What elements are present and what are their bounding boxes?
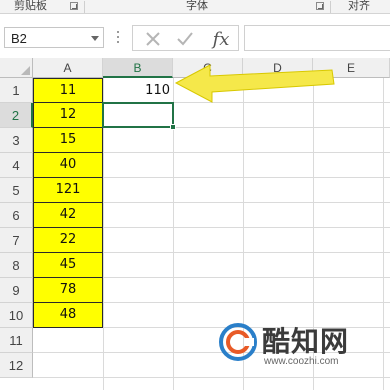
cell-b1[interactable]: 110 bbox=[103, 78, 173, 103]
x-icon bbox=[146, 32, 160, 46]
ribbon-group-alignment-label: 对齐 bbox=[348, 0, 370, 12]
enter-button[interactable] bbox=[173, 29, 197, 49]
cell-a1[interactable]: 11 bbox=[33, 78, 103, 103]
cell-a10[interactable]: 48 bbox=[33, 303, 103, 328]
ribbon-strip: 剪贴板 字体 对齐 bbox=[0, 0, 390, 14]
clipboard-dialog-launcher-icon[interactable] bbox=[70, 2, 78, 10]
fill-handle[interactable] bbox=[170, 124, 176, 130]
chevron-down-icon[interactable] bbox=[91, 36, 99, 41]
insert-function-button[interactable]: fx bbox=[209, 28, 233, 50]
annotation-arrow-icon bbox=[174, 64, 335, 103]
gridline bbox=[383, 78, 384, 390]
coozhi-logo-icon bbox=[219, 323, 257, 361]
row-header-12[interactable]: 12 bbox=[0, 353, 33, 378]
name-box[interactable]: B2 bbox=[4, 27, 104, 48]
ribbon-separator bbox=[330, 1, 331, 13]
cell-a9[interactable]: 78 bbox=[33, 278, 103, 303]
row-header-4[interactable]: 4 bbox=[0, 153, 33, 178]
active-cell-b2[interactable] bbox=[102, 102, 174, 128]
cell-a6[interactable]: 42 bbox=[33, 203, 103, 228]
cell-a3[interactable]: 15 bbox=[33, 128, 103, 153]
formula-bar-buttons: fx bbox=[132, 25, 239, 51]
cell-a7[interactable]: 22 bbox=[33, 228, 103, 253]
cell-a4[interactable]: 40 bbox=[33, 153, 103, 178]
row-header-7[interactable]: 7 bbox=[0, 228, 33, 253]
watermark: 酷知网 www.coozhi.com bbox=[218, 318, 378, 378]
row-header-5[interactable]: 5 bbox=[0, 178, 33, 203]
row-header-9[interactable]: 9 bbox=[0, 278, 33, 303]
watermark-url: www.coozhi.com bbox=[264, 356, 339, 367]
check-icon bbox=[177, 32, 193, 46]
row-header-3[interactable]: 3 bbox=[0, 128, 33, 153]
name-box-value: B2 bbox=[11, 31, 27, 46]
row-header-1[interactable]: 1 bbox=[0, 78, 33, 103]
row-header-2[interactable]: 2 bbox=[0, 103, 33, 128]
column-header-a[interactable]: A bbox=[33, 58, 103, 78]
cancel-button[interactable] bbox=[141, 29, 165, 49]
formula-bar-grip-icon[interactable] bbox=[117, 31, 120, 45]
select-all-triangle-icon bbox=[21, 66, 30, 75]
cell-a5[interactable]: 121 bbox=[33, 178, 103, 203]
cell-a2[interactable]: 12 bbox=[33, 103, 103, 128]
select-all-button[interactable] bbox=[0, 58, 33, 78]
row-header-8[interactable]: 8 bbox=[0, 253, 33, 278]
ribbon-group-font-label: 字体 bbox=[186, 0, 208, 12]
ribbon-separator bbox=[84, 1, 85, 13]
column-header-b[interactable]: B bbox=[103, 58, 173, 78]
fx-icon: fx bbox=[212, 28, 230, 50]
row-header-6[interactable]: 6 bbox=[0, 203, 33, 228]
row-header-10[interactable]: 10 bbox=[0, 303, 33, 328]
ribbon-group-clipboard-label: 剪贴板 bbox=[14, 0, 47, 12]
font-dialog-launcher-icon[interactable] bbox=[316, 2, 324, 10]
watermark-name: 酷知网 bbox=[262, 325, 350, 358]
formula-input[interactable] bbox=[244, 25, 390, 51]
row-header-11[interactable]: 11 bbox=[0, 328, 33, 353]
cell-a8[interactable]: 45 bbox=[33, 253, 103, 278]
